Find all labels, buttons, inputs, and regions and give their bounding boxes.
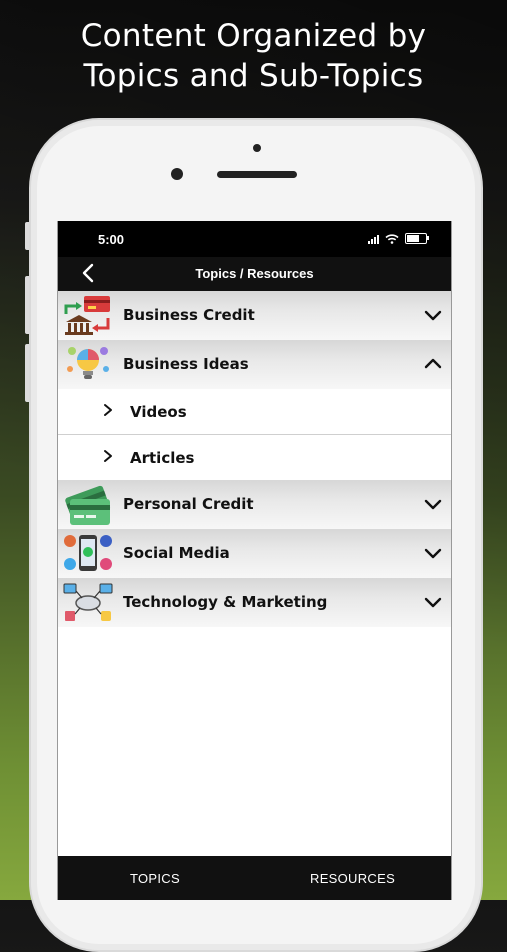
promo-line-2: Topics and Sub-Topics [83, 58, 424, 94]
promo-headline: Content Organized by Topics and Sub-Topi… [0, 16, 507, 96]
subtopic-row-videos[interactable]: Videos [58, 389, 451, 435]
credit-card-icon [62, 483, 114, 526]
chevron-right-icon [104, 404, 112, 416]
phone-camera [171, 168, 183, 180]
chevron-down-icon[interactable] [423, 305, 443, 325]
chevron-down-icon[interactable] [423, 592, 443, 612]
tab-resources[interactable]: RESOURCES [310, 871, 395, 886]
topic-row-business-credit[interactable]: Business Credit [58, 291, 451, 340]
app-screen: 5:00 Topics / Resources Business Credit … [57, 221, 452, 900]
topic-row-business-ideas[interactable]: Business Ideas [58, 340, 451, 389]
topic-label: Technology & Marketing [123, 593, 328, 611]
nav-bar: Topics / Resources [58, 257, 451, 291]
phone-sensor [253, 144, 261, 152]
promo-line-1: Content Organized by [80, 18, 427, 54]
phone-speaker [217, 171, 297, 178]
battery-icon [405, 233, 429, 244]
lightbulb-gears-icon [62, 343, 114, 386]
page-title: Topics / Resources [195, 266, 314, 281]
topic-row-social-media[interactable]: Social Media [58, 529, 451, 578]
tab-bar: TOPICS RESOURCES [58, 856, 451, 900]
status-icons [368, 233, 429, 244]
chevron-down-icon[interactable] [423, 543, 443, 563]
tab-topics[interactable]: TOPICS [130, 871, 180, 886]
subtopic-row-articles[interactable]: Articles [58, 435, 451, 480]
subtopic-label: Articles [130, 449, 195, 467]
topic-row-technology-marketing[interactable]: Technology & Marketing [58, 578, 451, 627]
cloud-network-icon [62, 581, 114, 624]
social-network-icon [62, 532, 114, 575]
chevron-up-icon[interactable] [423, 354, 443, 374]
chevron-right-icon [104, 450, 112, 462]
bank-card-exchange-icon [62, 294, 114, 337]
topic-list: Business Credit Business Ideas Videos Ar… [58, 291, 451, 627]
status-time: 5:00 [98, 232, 125, 247]
chevron-down-icon[interactable] [423, 494, 443, 514]
topic-label: Personal Credit [123, 495, 254, 513]
topic-label: Business Credit [123, 306, 255, 324]
topic-label: Social Media [123, 544, 230, 562]
topic-label: Business Ideas [123, 355, 249, 373]
status-bar: 5:00 [58, 221, 451, 257]
topic-row-personal-credit[interactable]: Personal Credit [58, 480, 451, 529]
subtopic-label: Videos [130, 403, 187, 421]
wifi-icon [385, 233, 399, 244]
cellular-signal-icon [368, 234, 379, 244]
